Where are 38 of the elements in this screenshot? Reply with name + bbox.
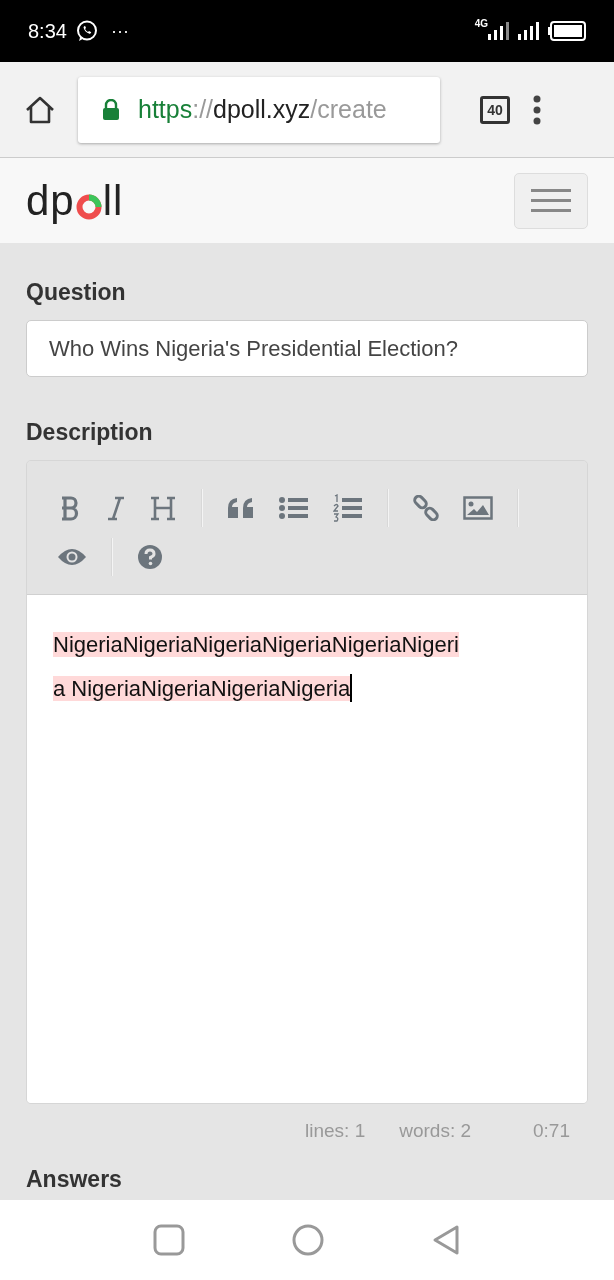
lock-icon [102, 98, 120, 121]
italic-icon[interactable] [107, 494, 125, 521]
menu-icon [531, 187, 571, 214]
tab-count[interactable]: 40 [480, 95, 510, 124]
cursor-position: 0:71 [533, 1120, 570, 1142]
section-heading: Answers [26, 1166, 123, 1193]
numbered-list-icon[interactable] [333, 493, 363, 522]
logo-text: ll [102, 179, 124, 222]
editor-text: NigeriaNigeriaNigeriaNigeriaNigeriaNigeri [53, 632, 459, 657]
eye-icon[interactable] [57, 547, 87, 568]
question-field[interactable]: Who Wins Nigeria's Presidential Election? [26, 320, 588, 377]
ring-logo-icon [75, 193, 102, 220]
image-icon[interactable] [463, 495, 493, 520]
field-label: Description [26, 419, 154, 446]
logo-text: dp [26, 179, 75, 222]
battery-icon [548, 21, 586, 41]
help-icon[interactable] [137, 544, 163, 571]
heading-icon[interactable] [149, 494, 177, 521]
clock: 8:34 [28, 19, 67, 43]
field-label: Question [26, 279, 127, 306]
bullet-list-icon[interactable] [279, 495, 309, 520]
notification-dots: ··· [110, 20, 129, 42]
link-icon[interactable] [413, 494, 439, 521]
editor-stat: lines: 1 [305, 1120, 366, 1142]
network-type: 4G [474, 18, 488, 29]
recents-icon[interactable] [153, 1224, 186, 1256]
editor-stat: words: 2 [399, 1120, 471, 1142]
home-circle-icon[interactable] [292, 1224, 324, 1256]
address-bar[interactable]: https://dpoll.xyz/create [78, 76, 440, 143]
chat-bubble-icon [74, 19, 99, 43]
editor-text: a NigeriaNigeriaNigeriaNigeria [53, 676, 351, 701]
signal-icon [518, 22, 540, 40]
menu-button[interactable] [514, 172, 588, 229]
signal-icon [488, 22, 510, 40]
more-icon[interactable] [532, 93, 542, 126]
text-area[interactable]: NigeriaNigeriaNigeriaNigeriaNigeriaNigeri a NigeriaNigeriaNigeriaNigeria [27, 595, 587, 1103]
url-text: https://dpoll.xyz/create [138, 95, 387, 124]
quote-icon[interactable] [227, 495, 255, 520]
